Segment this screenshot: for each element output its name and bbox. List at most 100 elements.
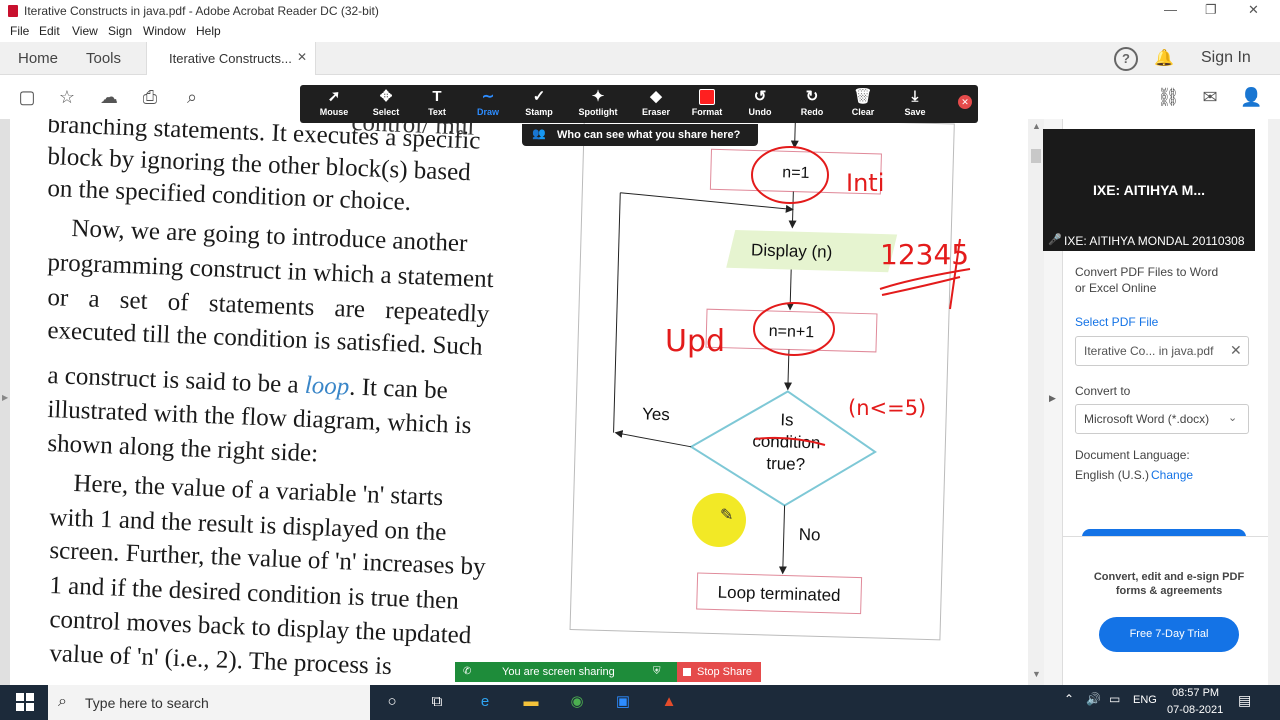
menu-view[interactable]: View (72, 24, 98, 38)
acrobat-icon (8, 5, 18, 17)
spotlight-cursor (692, 493, 746, 547)
volume-icon[interactable]: 🔊 (1086, 692, 1101, 706)
menu-help[interactable]: Help (196, 24, 221, 38)
zoom-tool-redo[interactable]: ↻ Redo (790, 87, 834, 117)
stop-share-button[interactable]: Stop Share (677, 662, 761, 682)
eraser-icon: ◆ (650, 88, 662, 105)
save-disk-icon[interactable]: ▢ (16, 86, 38, 108)
decision-line: true? (766, 454, 805, 474)
tab-home[interactable]: Home (18, 50, 58, 67)
upload-cloud-icon[interactable]: ☁ (98, 86, 120, 108)
menu-edit[interactable]: Edit (39, 24, 60, 38)
promo-text: forms & agreements (1115, 585, 1223, 597)
search-icon: ⌕ (58, 693, 67, 710)
tray-chevron-icon[interactable]: ⌃ (1064, 692, 1074, 706)
chrome-icon[interactable]: ◉ (566, 692, 588, 712)
participant-name: IXE: AITIHYA M... (1092, 182, 1205, 198)
menu-file[interactable]: File (10, 24, 29, 38)
select-pdf-link[interactable]: Select PDF File (1075, 315, 1158, 329)
save-icon: ⤓ (911, 88, 919, 105)
undo-icon: ↺ (753, 88, 767, 105)
stamp-icon: ✓ (532, 88, 546, 105)
cortana-icon[interactable]: ○ (381, 692, 403, 712)
format-select[interactable]: Microsoft Word (*.docx) ⌄ (1075, 404, 1249, 434)
zoom-icon[interactable]: ▣ (612, 692, 634, 712)
language-indicator[interactable]: ENG (1133, 694, 1157, 706)
print-icon[interactable]: ⎙ (139, 86, 161, 108)
text-icon: T (432, 88, 442, 105)
zoom-tool-label: Mouse (319, 107, 349, 117)
edge-icon[interactable]: e (474, 692, 496, 712)
search-icon[interactable]: ⌕ (181, 86, 203, 108)
redo-icon: ↻ (805, 88, 819, 105)
help-icon[interactable]: ? (1114, 47, 1138, 71)
clock-time[interactable]: 08:57 PM (1172, 687, 1219, 699)
zoom-tool-draw[interactable]: ∼ Draw (466, 87, 510, 117)
zoom-tool-spotlight[interactable]: ✦ Spotlight (576, 87, 620, 117)
zoom-tool-save[interactable]: ⤓ Save (893, 87, 937, 117)
zoom-tool-mouse[interactable]: ➚ Mouse (312, 87, 356, 117)
zoom-tool-eraser[interactable]: ◆ Eraser (634, 87, 678, 117)
zoom-tool-label: Stamp (525, 107, 553, 117)
sign-in-link[interactable]: Sign In (1201, 49, 1251, 67)
bell-icon[interactable]: 🔔 (1154, 48, 1174, 68)
zoom-tool-select[interactable]: ✥ Select (364, 87, 408, 117)
file-explorer-icon[interactable]: ▬ (520, 692, 542, 712)
scroll-thumb[interactable] (1031, 149, 1041, 163)
tab-tools[interactable]: Tools (86, 50, 121, 67)
ink-output-note: 12345 (880, 238, 969, 271)
zoom-tool-label: Draw (476, 107, 499, 117)
zoom-tool-clear[interactable]: 🗑 Clear (841, 87, 885, 117)
move-icon: ✥ (379, 88, 393, 105)
zoom-tool-format[interactable]: Format (685, 87, 729, 117)
windows-start-icon[interactable] (16, 693, 34, 711)
close-toolbar-icon[interactable]: ✕ (958, 95, 972, 109)
zoom-tool-label: Undo (748, 107, 772, 117)
notifications-icon[interactable]: ▤ (1238, 692, 1251, 709)
star-icon[interactable]: ☆ (56, 86, 78, 108)
change-language-link[interactable]: Change (1151, 468, 1193, 482)
taskbar-search[interactable]: ⌕ Type here to search (48, 685, 370, 720)
close-window-button[interactable]: ✕ (1248, 2, 1259, 18)
menu-window[interactable]: Window (143, 24, 186, 38)
right-pane-scrollbar[interactable] (1268, 119, 1280, 685)
vertical-scrollbar[interactable]: ▲ ▼ (1028, 119, 1044, 685)
ink-init-note: Inti (846, 169, 884, 197)
clear-file-icon[interactable]: ✕ (1230, 342, 1242, 359)
file-field[interactable]: Iterative Co... in java.pdf ✕ (1075, 336, 1249, 366)
zoom-tool-text[interactable]: T Text (415, 87, 459, 117)
no-label: No (799, 525, 821, 545)
title-bar: Iterative Constructs in java.pdf - Adobe… (0, 0, 1280, 22)
flowchart: n=1 Display (n) n=n+1 Is condition true?… (569, 119, 971, 641)
zoom-tool-undo[interactable]: ↺ Undo (738, 87, 782, 117)
close-tab-icon[interactable]: ✕ (297, 50, 307, 64)
restore-button[interactable]: ❐ (1205, 2, 1217, 18)
stop-icon (683, 668, 691, 676)
cursor-icon: ➚ (327, 88, 341, 105)
file-name: Iterative Co... in java.pdf (1084, 344, 1214, 358)
share-link-icon[interactable]: ⛓ (1157, 86, 1180, 108)
format-value: Microsoft Word (*.docx) (1084, 412, 1210, 426)
convert-desc: or Excel Online (1075, 281, 1157, 295)
free-trial-button[interactable]: Free 7-Day Trial (1099, 617, 1239, 652)
terminate-label: Loop terminated (717, 583, 840, 605)
network-icon[interactable]: ▭ (1109, 692, 1120, 706)
add-user-icon[interactable]: 👤 (1240, 86, 1262, 108)
screen-sharing-bar[interactable]: ✆ You are screen sharing ⛨ (455, 662, 677, 682)
left-nav-collapse[interactable]: ▶ (0, 119, 10, 685)
zoom-tool-label: Redo (800, 107, 824, 117)
minimize-button[interactable]: — (1164, 2, 1177, 17)
video-tile[interactable]: IXE: AITIHYA M... 🎤 IXE: AITIHYA MONDAL … (1043, 129, 1255, 251)
zoom-annotation-toolbar: ➚ Mouse ✥ Select T Text ∼ Draw ✓ Stamp ✦ Spotlight ◆… (300, 85, 978, 123)
language-value: English (U.S.) (1075, 468, 1150, 482)
task-view-icon[interactable]: ⧉ (426, 692, 448, 712)
who-can-see-banner[interactable]: 👥 Who can see what you share here? (522, 124, 758, 146)
menu-sign[interactable]: Sign (108, 24, 132, 38)
chevron-down-icon: ⌄ (1228, 412, 1238, 424)
tab-document[interactable]: Iterative Constructs... ✕ (146, 42, 316, 75)
clock-date[interactable]: 07-08-2021 (1167, 704, 1223, 716)
doc-language-label: Document Language: (1075, 448, 1190, 462)
mail-icon[interactable]: ✉ (1199, 86, 1221, 108)
acrobat-taskbar-icon[interactable]: ▲ (658, 692, 680, 712)
zoom-tool-stamp[interactable]: ✓ Stamp (517, 87, 561, 117)
